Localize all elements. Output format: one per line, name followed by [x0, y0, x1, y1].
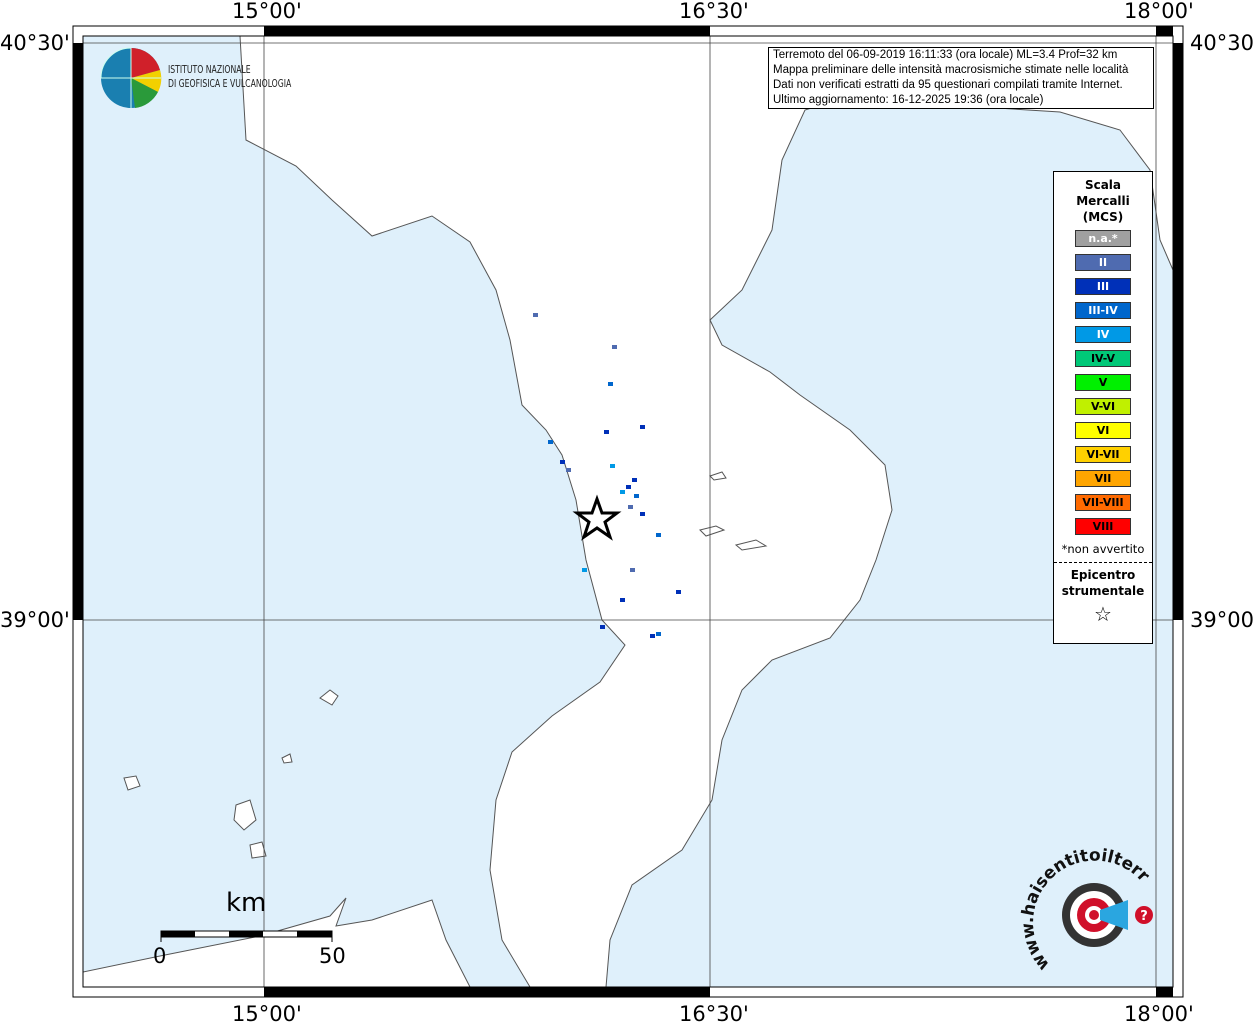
intensity-point [626, 485, 631, 489]
legend-item: III-IV [1075, 302, 1131, 319]
lat-label-right-4030: 40°30' [1190, 31, 1255, 55]
legend-title-3: (MCS) [1082, 210, 1124, 224]
legend-epicenter-2: strumentale [1061, 584, 1145, 598]
legend-item: VI-VII [1075, 446, 1131, 463]
intensity-point [650, 634, 655, 638]
info-line-updated: Ultimo aggiornamento: 16-12-2025 19:36 (… [773, 94, 1044, 106]
legend-item: IV [1075, 326, 1131, 343]
ingv-name-line1: ISTITUTO NAZIONALE [168, 63, 251, 76]
scale-max: 50 [319, 944, 346, 968]
scale-min: 0 [153, 944, 167, 968]
legend-star-icon: ☆ [1094, 602, 1112, 626]
ingv-logo-icon [100, 47, 162, 108]
lat-label-right-39: 39°00' [1190, 608, 1255, 632]
intensity-point [640, 425, 645, 429]
intensity-point [656, 533, 661, 537]
intensity-point [610, 464, 615, 468]
ingv-name-line2: DI GEOFISICA E VULCANOLOGIA [168, 77, 292, 90]
mcs-legend: Scala Mercalli (MCS) n.a.* II III III-IV IV I… [1053, 171, 1153, 644]
intensity-point [656, 632, 661, 636]
lon-label-top-18: 18°00' [1124, 0, 1194, 23]
intensity-point [600, 625, 605, 629]
legend-item: VII-VIII [1075, 494, 1131, 511]
intensity-point [620, 598, 625, 602]
intensity-point [566, 468, 571, 472]
intensity-point [560, 460, 565, 464]
info-line-source: Dati non verificati estratti da 95 quest… [773, 79, 1123, 91]
intensity-point [632, 478, 637, 482]
intensity-point [582, 568, 587, 572]
ingv-logo-text: ISTITUTO NAZIONALE DI GEOFISICA E VULCAN… [168, 63, 291, 91]
lon-label-bottom-18: 18°00' [1124, 1002, 1194, 1026]
legend-epicenter-1: Epicentro [1070, 568, 1136, 582]
legend-title-2: Mercalli [1076, 194, 1130, 208]
lat-label-left-39: 39°00' [0, 608, 70, 632]
legend-item: VIII [1075, 518, 1131, 535]
legend-item: V [1075, 374, 1131, 391]
legend-item: n.a.* [1075, 230, 1131, 247]
lon-label-bottom-1630: 16°30' [679, 1002, 749, 1026]
intensity-point [676, 590, 681, 594]
legend-divider [1054, 562, 1152, 563]
lat-label-left-4030: 40°30' [0, 31, 70, 55]
lon-label-bottom-15: 15°00' [232, 1002, 302, 1026]
lon-label-top-1630: 16°30' [679, 0, 749, 23]
intensity-point [620, 490, 625, 494]
earthquake-info-box: Terremoto del 06-09-2019 16:11:33 (ora l… [768, 47, 1154, 109]
intensity-point [548, 440, 553, 444]
info-line-description: Mappa preliminare delle intensità macros… [773, 64, 1129, 76]
intensity-point [628, 505, 633, 509]
lon-label-top-15: 15°00' [232, 0, 302, 23]
legend-item: V-VI [1075, 398, 1131, 415]
legend-item: VII [1075, 470, 1131, 487]
intensity-point [630, 568, 635, 572]
intensity-point [533, 313, 538, 317]
intensity-point [640, 512, 645, 516]
legend-items: n.a.* II III III-IV IV IV-V V V-VI VI VI-VII VII VI… [1054, 230, 1152, 535]
svg-text:?: ? [1140, 909, 1148, 924]
info-line-event: Terremoto del 06-09-2019 16:11:33 (ora l… [773, 49, 1118, 61]
legend-item: III [1075, 278, 1131, 295]
intensity-point [612, 345, 617, 349]
scale-unit: km [226, 888, 267, 918]
legend-item: IV-V [1075, 350, 1131, 367]
legend-title-1: Scala [1084, 178, 1122, 192]
legend-item: II [1075, 254, 1131, 271]
legend-note: *non avvertito [1061, 542, 1145, 556]
intensity-point [604, 430, 609, 434]
legend-item: VI [1075, 422, 1131, 439]
intensity-point [608, 382, 613, 386]
intensity-point [634, 494, 639, 498]
